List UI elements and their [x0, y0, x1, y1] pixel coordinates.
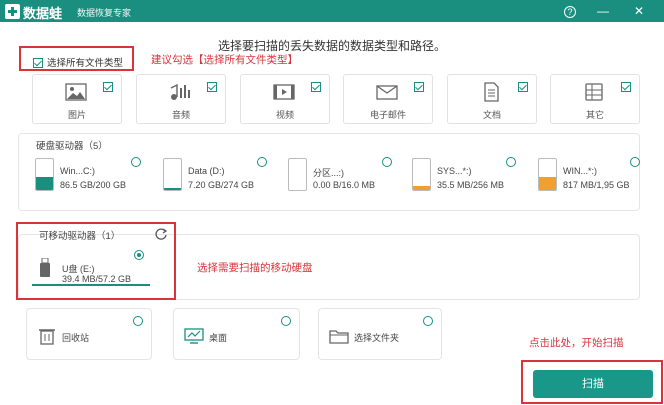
- recycle-bin-icon: [39, 329, 55, 345]
- drive-size: 7.20 GB/274 GB: [188, 180, 255, 190]
- file-type-checkbox[interactable]: [621, 82, 631, 92]
- scan-button[interactable]: 扫描: [533, 370, 653, 398]
- file-type-other[interactable]: 其它: [550, 74, 640, 124]
- drive-usb-e[interactable]: U盘 (E:) 39.4 MB/57.2 GB: [32, 250, 150, 286]
- drive-name: SYS...*:): [437, 166, 472, 176]
- drive-size: 86.5 GB/200 GB: [60, 180, 127, 190]
- file-type-document[interactable]: 文档: [447, 74, 537, 124]
- drive-icon: [288, 158, 307, 191]
- file-type-email[interactable]: 电子邮件: [343, 74, 433, 124]
- file-type-checkbox[interactable]: [414, 82, 424, 92]
- drive-radio[interactable]: [134, 250, 144, 260]
- removable-title: 可移动驱动器（1）: [39, 231, 121, 242]
- location-radio[interactable]: [423, 316, 433, 326]
- annotation-scan-hint: 点击此处，开始扫描: [529, 337, 624, 349]
- location-radio[interactable]: [133, 316, 143, 326]
- image-icon: [65, 83, 87, 101]
- location-select-folder[interactable]: 选择文件夹: [318, 308, 442, 360]
- location-label: 回收站: [62, 333, 90, 343]
- file-type-audio[interactable]: 音频: [136, 74, 226, 124]
- location-label: 选择文件夹: [354, 333, 400, 343]
- desktop-icon: [184, 328, 204, 344]
- drive-icon: [538, 158, 557, 191]
- checkbox-icon: [33, 58, 43, 69]
- file-type-label: 视频: [275, 110, 294, 120]
- annotation-select-all-hint: 建议勾选【选择所有文件类型】: [151, 54, 298, 66]
- file-type-label: 其它: [585, 110, 604, 120]
- file-type-checkbox[interactable]: [311, 82, 321, 92]
- drive-size: 35.5 MB/256 MB: [437, 180, 505, 190]
- drive-radio[interactable]: [630, 157, 640, 167]
- file-type-label: 音频: [171, 110, 190, 120]
- drive-icon: [163, 158, 182, 191]
- drive-size: 817 MB/1,95 GB: [563, 180, 630, 190]
- video-icon: [273, 84, 295, 100]
- other-icon: [585, 83, 603, 101]
- usb-drive-icon: [40, 258, 50, 277]
- title-bar: 数据蛙 数据恢复专家 ? — ✕: [0, 0, 664, 22]
- hard-drives-title: 硬盘驱动器（5）: [36, 141, 108, 152]
- drive-name: Data (D:): [188, 166, 225, 176]
- select-all-label: 选择所有文件类型: [47, 58, 124, 69]
- minimize-button[interactable]: —: [594, 2, 612, 20]
- file-type-label: 电子邮件: [369, 110, 406, 120]
- help-button[interactable]: ?: [561, 2, 579, 20]
- file-type-video[interactable]: 视频: [240, 74, 330, 124]
- email-icon: [376, 85, 398, 100]
- file-type-label: 文档: [482, 110, 501, 120]
- drive-radio[interactable]: [257, 157, 267, 167]
- close-button[interactable]: ✕: [630, 2, 648, 20]
- file-type-checkbox[interactable]: [103, 82, 113, 92]
- location-recycle-bin[interactable]: 回收站: [26, 308, 152, 360]
- document-icon: [484, 82, 499, 102]
- audio-icon: [170, 83, 190, 100]
- annotation-removable-hint: 选择需要扫描的移动硬盘: [197, 262, 313, 274]
- drive-radio[interactable]: [131, 157, 141, 167]
- drive-name: 分区...:): [313, 168, 344, 178]
- app-subtitle: 数据恢复专家: [77, 8, 132, 18]
- file-type-checkbox[interactable]: [207, 82, 217, 92]
- location-radio[interactable]: [281, 316, 291, 326]
- select-all-checkbox[interactable]: 选择所有文件类型: [33, 55, 123, 69]
- drive-name: WIN...*:): [563, 166, 597, 176]
- file-type-checkbox[interactable]: [518, 82, 528, 92]
- refresh-icon[interactable]: [154, 227, 168, 241]
- drive-size: 0.00 B/16.0 MB: [313, 180, 376, 190]
- drive-size: 39.4 MB/57.2 GB: [62, 274, 132, 284]
- file-type-label: 图片: [67, 110, 86, 120]
- app-name: 数据蛙: [23, 6, 63, 21]
- drive-name: Win...C:): [60, 166, 95, 176]
- drive-c[interactable]: Win...C:) 86.5 GB/200 GB: [35, 156, 145, 196]
- drive-radio[interactable]: [506, 157, 516, 167]
- drive-radio[interactable]: [382, 157, 392, 167]
- drive-icon: [35, 158, 54, 191]
- help-icon: ?: [564, 6, 576, 18]
- drive-icon: [412, 158, 431, 191]
- file-type-image[interactable]: 图片: [32, 74, 122, 124]
- app-logo-icon: [5, 4, 20, 19]
- folder-icon: [329, 330, 349, 344]
- location-desktop[interactable]: 桌面: [173, 308, 300, 360]
- location-label: 桌面: [209, 333, 228, 343]
